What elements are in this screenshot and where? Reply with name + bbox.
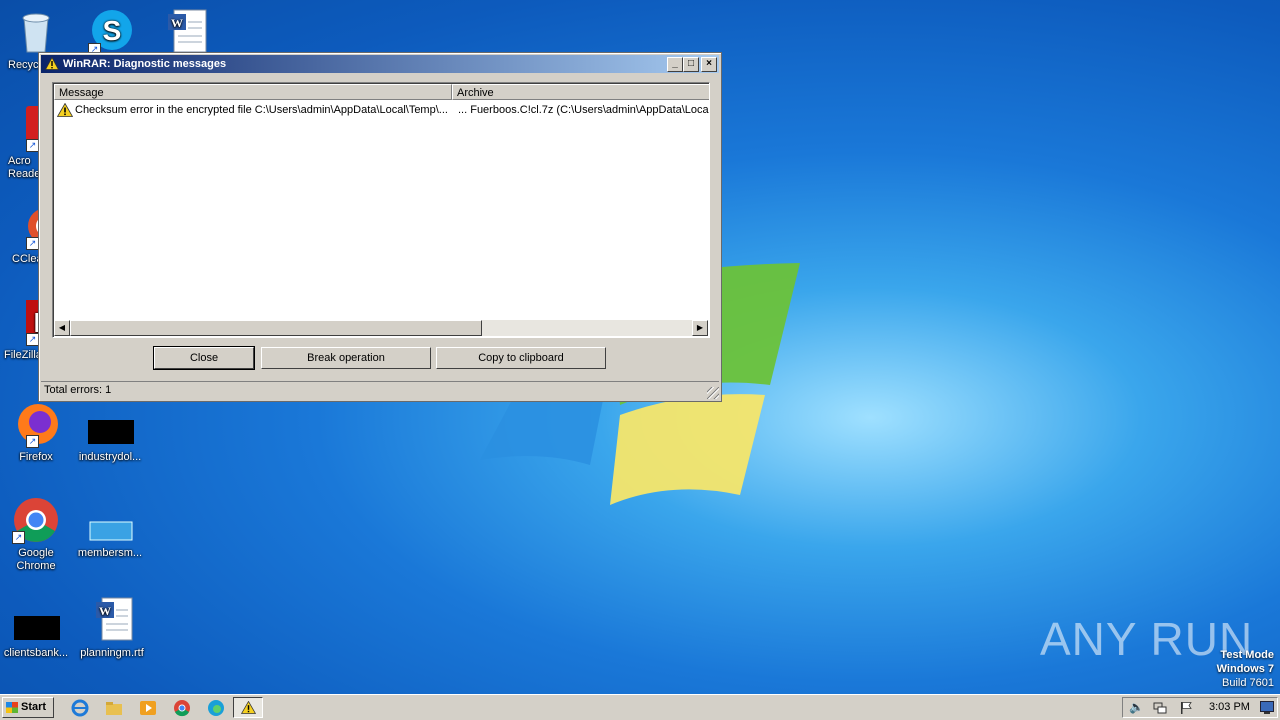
- black-file-icon: [12, 596, 60, 644]
- file-explorer-icon[interactable]: [104, 698, 124, 718]
- warning-icon: [56, 102, 74, 122]
- column-header-archive[interactable]: Archive: [452, 84, 709, 100]
- warning-icon: [240, 700, 257, 717]
- desktop-icon-label: industrydol...: [78, 451, 142, 463]
- desktop-icon-planningm[interactable]: W planningm.rtf: [74, 596, 150, 660]
- desktop-icon-clientsbank[interactable]: clientsbank...: [0, 596, 74, 660]
- black-file-icon: [86, 400, 134, 448]
- start-button[interactable]: Start: [2, 697, 54, 718]
- shortcut-arrow-icon: ↗: [12, 531, 25, 544]
- warning-icon: [44, 56, 60, 76]
- row-message: Checksum error in the encrypted file C:\…: [75, 104, 448, 116]
- minimize-button[interactable]: _: [667, 57, 683, 72]
- chrome-icon: ↗: [12, 496, 60, 544]
- desktop-icon-label: Firefox: [19, 451, 53, 463]
- row-archive: ... Fuerboos.C!cl.7z (C:\Users\admin\App…: [458, 104, 709, 116]
- edge-icon[interactable]: [206, 698, 226, 718]
- taskbar: Start 🔈 3:03 PM: [0, 694, 1280, 720]
- winrar-taskbar-button[interactable]: [233, 697, 263, 718]
- desktop-icon-chrome[interactable]: ↗ Google Chrome: [0, 496, 74, 573]
- copy-to-clipboard-button[interactable]: Copy to clipboard: [436, 347, 606, 369]
- system-tray: 🔈 3:03 PM: [1122, 697, 1278, 718]
- close-window-button[interactable]: ×: [701, 57, 717, 72]
- total-errors-text: Total errors: 1: [44, 384, 112, 396]
- start-label: Start: [21, 701, 47, 713]
- scroll-left-button[interactable]: ◀: [54, 320, 70, 336]
- winrar-diagnostic-window: WinRAR: Diagnostic messages _ □ × Messag…: [38, 52, 722, 402]
- windows-flag-icon: [6, 702, 18, 713]
- skype-icon: S ↗: [88, 8, 136, 56]
- resize-grip[interactable]: [707, 387, 719, 399]
- column-header-message[interactable]: Message: [54, 84, 452, 100]
- test-mode-line: Test Mode: [1220, 649, 1274, 661]
- messages-list[interactable]: Message Archive Checksum error in the en…: [52, 82, 710, 338]
- desktop-icon-label: membersm...: [77, 547, 143, 559]
- chrome-taskbar-icon[interactable]: [172, 698, 192, 718]
- firefox-icon: ↗: [12, 400, 60, 448]
- show-desktop-icon[interactable]: [1260, 701, 1274, 717]
- window-title: WinRAR: Diagnostic messages: [63, 58, 227, 70]
- break-operation-button[interactable]: Break operation: [261, 347, 431, 369]
- desktop-icon-label: Google Chrome: [16, 547, 56, 572]
- desktop-icon-industrydol[interactable]: industrydol...: [72, 400, 148, 464]
- desktop-icon-membersm[interactable]: membersm...: [72, 496, 148, 560]
- scroll-right-button[interactable]: ▶: [692, 320, 708, 336]
- word-document-icon: W: [88, 596, 136, 644]
- build-line: Build 7601: [1222, 677, 1274, 689]
- svg-text:W: W: [171, 16, 183, 30]
- svg-text:S: S: [103, 15, 122, 46]
- horizontal-scrollbar[interactable]: ◀ ▶: [54, 320, 708, 336]
- network-icon[interactable]: [1153, 701, 1167, 718]
- shortcut-arrow-icon: ↗: [26, 435, 39, 448]
- desktop-icon-label: clientsbank...: [3, 647, 69, 659]
- internet-explorer-icon[interactable]: [70, 698, 90, 718]
- close-button[interactable]: Close: [153, 346, 255, 370]
- window-titlebar[interactable]: WinRAR: Diagnostic messages _ □ ×: [41, 55, 719, 73]
- desktop-icon-label: planningm.rtf: [80, 647, 144, 659]
- maximize-button[interactable]: □: [683, 57, 699, 72]
- svg-text:W: W: [99, 604, 111, 618]
- blank-file-icon: [86, 496, 134, 544]
- media-player-icon[interactable]: [138, 698, 158, 718]
- taskbar-clock[interactable]: 3:03 PM: [1209, 698, 1250, 717]
- word-document-icon: W: [164, 8, 212, 56]
- action-center-flag-icon[interactable]: [1179, 701, 1193, 718]
- recycle-bin-icon: [12, 8, 60, 56]
- desktop-icon-firefox[interactable]: ↗ Firefox: [0, 400, 74, 464]
- status-bar: Total errors: 1: [41, 381, 719, 399]
- list-item[interactable]: Checksum error in the encrypted file C:\…: [55, 102, 709, 118]
- volume-icon[interactable]: 🔈: [1129, 700, 1144, 714]
- scroll-thumb[interactable]: [70, 320, 482, 336]
- test-mode-notice: Test Mode Windows 7 Build 7601: [1217, 648, 1274, 690]
- windows-version-line: Windows 7: [1216, 663, 1274, 675]
